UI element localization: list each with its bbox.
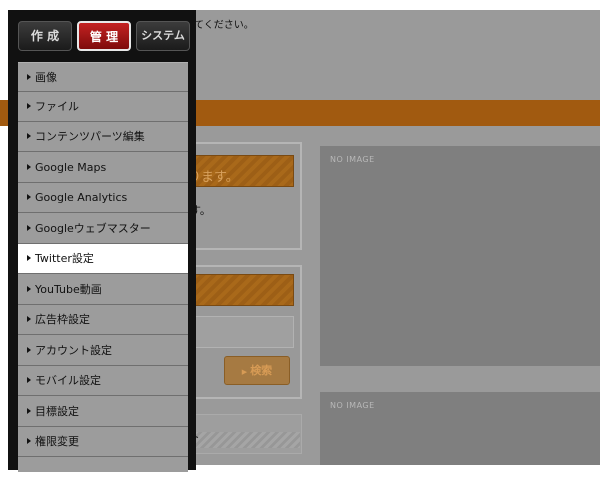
triangle-right-icon (27, 194, 31, 200)
menu-item-label: コンテンツパーツ編集 (35, 130, 145, 143)
menu-item-files[interactable]: ファイル (18, 92, 188, 122)
instruction-text: てください。 (194, 20, 254, 31)
image-placeholder: NO IMAGE (320, 146, 600, 366)
triangle-right-icon (27, 164, 31, 170)
triangle-right-icon (27, 133, 31, 139)
admin-menu: 作 成 管 理 システム 画像 ファイル コンテンツパーツ編集 Google M… (8, 10, 196, 472)
menu-item-label: アカウント設定 (35, 344, 112, 357)
triangle-right-icon (27, 225, 31, 231)
menu-item-label: 画像 (35, 71, 57, 84)
triangle-right-icon (27, 103, 31, 109)
menu-item-permissions[interactable]: 権限変更 (18, 427, 188, 457)
menu-tab-bar: 作 成 管 理 システム (8, 10, 196, 62)
search-heading-bar (182, 274, 294, 306)
menu-item-ad-settings[interactable]: 広告枠設定 (18, 305, 188, 335)
menu-item-goal-settings[interactable]: 目標設定 (18, 397, 188, 427)
menu-item-label: 目標設定 (35, 405, 79, 418)
menu-item-label: ファイル (35, 100, 79, 113)
menu-item-label: Googleウェブマスター (35, 222, 151, 235)
top-strip (0, 0, 600, 10)
menu-item-label: Google Analytics (35, 191, 128, 204)
menu-item-google-maps[interactable]: Google Maps (18, 153, 188, 183)
search-button-label: 検索 (250, 364, 273, 377)
search-button[interactable]: ▶ 検索 (224, 356, 290, 385)
menu-item-google-webmaster[interactable]: Googleウェブマスター (18, 214, 188, 244)
menu-item-label: 広告枠設定 (35, 313, 90, 326)
triangle-right-icon (27, 377, 31, 383)
triangle-right-icon (27, 316, 31, 322)
triangle-right-icon (27, 438, 31, 444)
image-placeholder: NO IMAGE (320, 392, 600, 467)
tab-manage[interactable]: 管 理 (77, 21, 131, 51)
menu-item-mobile-settings[interactable]: モバイル設定 (18, 366, 188, 396)
triangle-right-icon (27, 74, 31, 80)
triangle-right-icon (27, 255, 31, 261)
no-image-label: NO IMAGE (330, 401, 375, 410)
menu-item-google-analytics[interactable]: Google Analytics (18, 183, 188, 213)
triangle-right-icon (27, 286, 31, 292)
tab-create[interactable]: 作 成 (18, 21, 72, 51)
lower-stripe-bar (186, 432, 300, 448)
menu-item-youtube[interactable]: YouTube動画 (18, 275, 188, 305)
menu-item-content-parts[interactable]: コンテンツパーツ編集 (18, 122, 188, 152)
search-input[interactable] (186, 316, 294, 348)
menu-list: 画像 ファイル コンテンツパーツ編集 Google Maps Google An… (18, 62, 188, 472)
tab-system[interactable]: システム (136, 21, 190, 51)
triangle-right-icon: ▶ (241, 368, 248, 376)
menu-item-label: Google Maps (35, 161, 107, 174)
triangle-right-icon (27, 347, 31, 353)
menu-item-label: 権限変更 (35, 435, 79, 448)
menu-item-images[interactable]: 画像 (18, 62, 188, 92)
no-image-label: NO IMAGE (330, 155, 375, 164)
menu-item-label: モバイル設定 (35, 374, 101, 387)
menu-item-label: Twitter設定 (35, 252, 94, 265)
menu-item-label: YouTube動画 (35, 283, 102, 296)
menu-item-twitter-settings[interactable]: Twitter設定 (18, 244, 188, 274)
menu-item-account-settings[interactable]: アカウント設定 (18, 336, 188, 366)
triangle-right-icon (27, 408, 31, 414)
